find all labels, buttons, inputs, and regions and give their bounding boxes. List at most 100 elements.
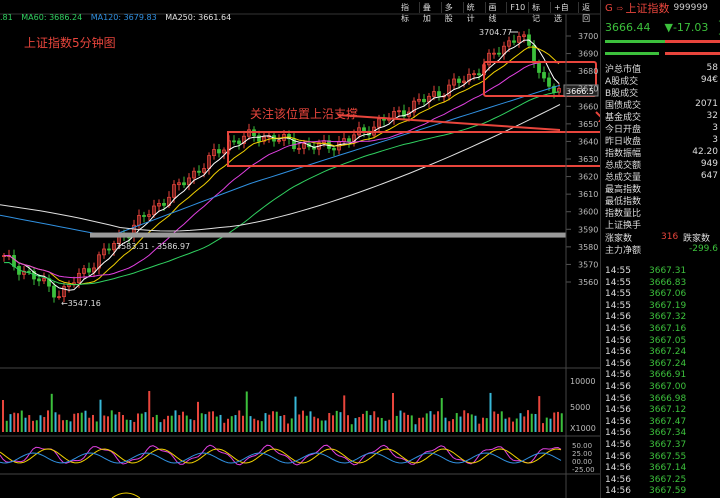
volume-bar [2, 400, 4, 432]
toolbar-overlay[interactable]: 叠加 [418, 2, 441, 23]
tick-price: 3667.31 [649, 266, 687, 276]
volume-bar [257, 420, 259, 432]
tick-price: 3667.24 [649, 347, 687, 358]
volume-bar [515, 418, 518, 432]
tick-time: 14:56 [605, 486, 631, 497]
macd-tick-label: 25.00 [572, 450, 592, 458]
volume-bar [392, 392, 394, 432]
volume-bar [313, 416, 316, 432]
price-tick-label: 3660 [578, 102, 598, 111]
price-tick-label: 3590 [578, 225, 598, 234]
quote-code: 999999 [673, 3, 708, 13]
kline-chart-svg[interactable]: 3704.77←3547.163583.31 - 3586.973666.5 3… [0, 0, 600, 498]
candle-body [422, 98, 426, 103]
volume-bar [463, 410, 466, 432]
tick-price: 3666.83 [649, 277, 687, 288]
volume-bar [440, 398, 443, 432]
toolbar-indicator[interactable]: 指标 [398, 2, 419, 23]
volume-bar [62, 420, 64, 432]
tick-time: 14:56 [605, 323, 631, 334]
tick-price: 3667.25 [649, 474, 687, 485]
tick-price: 3667.59 [649, 486, 687, 497]
volume-bar [290, 418, 293, 432]
toolbar-back[interactable]: 返回 [578, 2, 600, 23]
tick-time: 14:56 [605, 370, 631, 381]
tick-row: 14:56 3667.16 [601, 324, 720, 336]
tick-price: 3667.24 [649, 358, 687, 369]
volume-bar [358, 417, 361, 432]
volume-bar [197, 401, 199, 432]
volume-bar [103, 415, 106, 432]
volume-bar [317, 418, 319, 432]
quote-panel: G ⇨ 上证指数 999999 3666.44 ▼-17.03 -- 沪总市值5… [600, 0, 720, 498]
toolbar-draw[interactable]: 画线 [484, 2, 507, 23]
ma-legend: .81 MA60: 3686.24 MA120: 3679.83 MA250: … [0, 13, 237, 25]
tick-row: 14:56 3667.55 [601, 452, 720, 464]
volume-bar [309, 411, 312, 432]
toolbar-add-fav[interactable]: +自选 [550, 2, 578, 23]
price-tick-label: 3690 [578, 50, 598, 59]
quote-name: 上证指数 [625, 2, 670, 15]
volume-bar [287, 423, 289, 432]
stat-row: 国债成交 2071 [601, 98, 720, 111]
volume-bar [92, 414, 94, 432]
tick-row: 14:56 3667.32 [601, 312, 720, 324]
tick-row: 14:56 3666.98 [601, 394, 720, 406]
volume-bar [512, 421, 514, 432]
stat-value: 949 [700, 159, 718, 169]
volume-bar [137, 413, 139, 432]
volume-bar [212, 411, 214, 432]
buy-bar-2 [605, 52, 659, 55]
volume-bar [249, 416, 252, 432]
volume-bar [118, 411, 121, 432]
toolbar-stats[interactable]: 统计 [462, 2, 485, 23]
candle-body [142, 215, 146, 217]
volume-bar [129, 420, 132, 432]
volume-bar [560, 413, 563, 432]
range-label: 3583.31 - 3586.97 [116, 242, 190, 251]
candle-body [362, 127, 366, 132]
tick-row: 14:55 3666.83 [601, 278, 720, 290]
volume-bar [418, 417, 421, 432]
toolbar-f10[interactable]: F10 [506, 2, 528, 13]
volume-bar [399, 410, 402, 432]
volume-bar [553, 412, 556, 432]
candle-body [37, 278, 41, 282]
chart-toolbar: 指标 叠加 多股 统计 画线 F10 标记 +自选 返回 [398, 2, 600, 23]
stat-value: 94€ [700, 75, 718, 85]
volume-bar [530, 413, 533, 432]
quote-price: 3666.44 [605, 20, 651, 34]
kline-chart-area[interactable]: 3704.77 ←3547.16 3583.31 - 3586.97 3666.5 3… [0, 0, 600, 498]
price-tick-label: 3630 [578, 155, 598, 164]
tick-price: 3667.06 [649, 289, 687, 300]
candle-body [217, 149, 221, 154]
volume-bar [377, 417, 379, 432]
volume-bar [272, 411, 274, 432]
volume-bar [362, 413, 364, 432]
candle-body [182, 182, 186, 186]
stat-row: 沪总市值 58 [601, 62, 720, 75]
candle-body [347, 138, 351, 143]
price-tick-label: 3620 [578, 173, 598, 182]
volume-bar [189, 419, 192, 432]
volume-bar [163, 419, 166, 432]
volume-bar [542, 423, 544, 432]
ma250-label: MA250: 3661.64 [165, 13, 232, 22]
low-price-label: ←3547.16 [61, 299, 101, 308]
tick-row: 14:55 3667.31 [601, 266, 720, 278]
price-tick-label: 3640 [578, 137, 598, 146]
volume-bar [508, 417, 511, 432]
volume-bar [538, 396, 541, 432]
tick-price: 3667.47 [649, 416, 687, 427]
toolbar-mark[interactable]: 标记 [528, 2, 550, 23]
volume-bar [347, 415, 349, 432]
volume-bar [28, 415, 31, 432]
up-arrow-icon: ⇨ [616, 3, 624, 13]
toolbar-multi[interactable]: 多股 [440, 2, 463, 23]
price-tick-label: 3560 [578, 278, 598, 287]
volume-bar [13, 412, 16, 432]
tick-list[interactable]: 14:55 3667.31 14:55 3666.83 14:55 3667.06 14:5… [601, 266, 720, 498]
volume-bar [99, 399, 102, 432]
volume-bar [234, 415, 237, 432]
support-note: 关注该位置上沿支撑 [250, 107, 359, 121]
